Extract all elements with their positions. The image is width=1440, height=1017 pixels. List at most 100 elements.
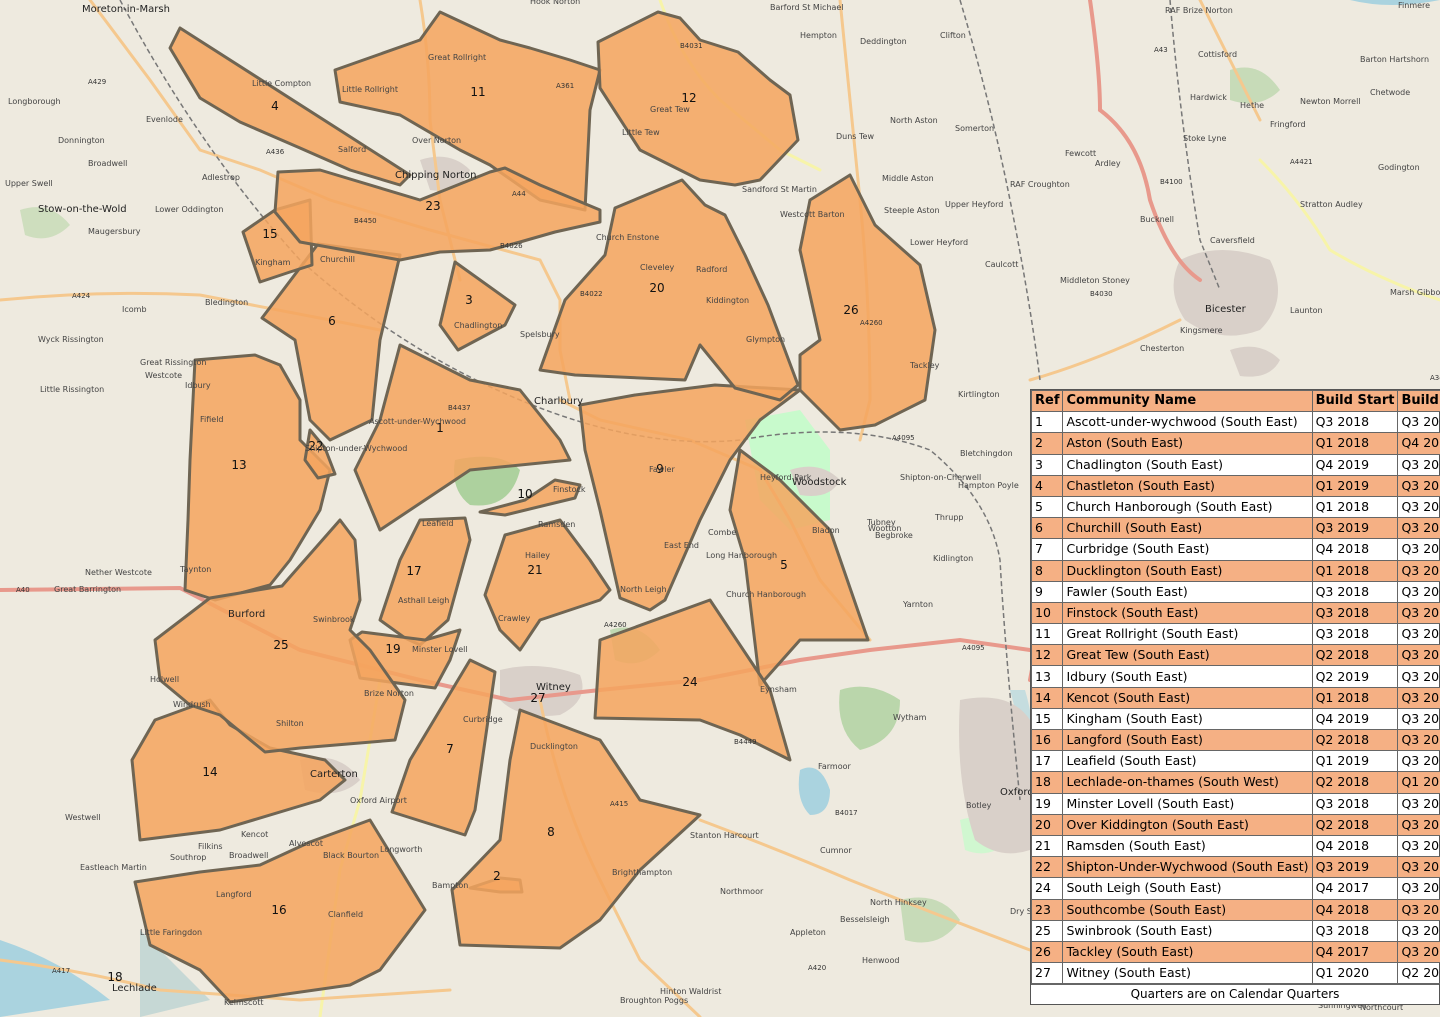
road-label: B4437 [448,404,471,412]
zone-label-7: 7 [446,742,454,756]
legend-row[interactable]: 9Fawler (South East)Q3 2018Q3 2020 [1030,580,1440,603]
legend-row[interactable]: 7Curbridge (South East)Q4 2018Q3 2020 [1030,538,1440,561]
legend-community-name: Witney (South East) [1062,962,1313,985]
place-label: Kelmscott [224,998,264,1007]
legend-row[interactable]: 27Witney (South East)Q1 2020Q2 2020 [1030,962,1440,985]
place-label: Botley [966,801,992,810]
place-label: East End [664,541,699,550]
place-label: Chesterton [1140,344,1184,353]
place-label: Over Norton [412,136,461,145]
legend-build-end: Q3 2020 [1397,940,1440,964]
legend-build-start: Q3 2018 [1311,411,1399,434]
place-label: Hampton Poyle [958,481,1019,490]
legend-ref: 3 [1030,453,1064,476]
legend-ref: 23 [1030,898,1064,921]
place-label: Ardley [1095,159,1121,168]
legend-row[interactable]: 13Idbury (South East)Q2 2019Q3 2020 [1030,665,1440,688]
place-label: Burford [228,609,265,620]
legend-build-end: Q2 2020 [1397,962,1440,985]
legend-row[interactable]: 1 Ascott-under-wychwood (South East) Q3 20… [1030,411,1440,434]
place-label: Swinbrook [313,615,355,624]
legend-row[interactable]: 24South Leigh (South East)Q4 2017Q3 2020 [1030,877,1440,900]
legend-row[interactable]: 21Ramsden (South East)Q4 2018Q3 2020 [1030,834,1440,858]
place-label: Shilton [276,719,304,728]
legend-row[interactable]: 16Langford (South East)Q2 2018Q3 2020 [1030,728,1440,752]
legend-row[interactable]: 15Kingham (South East)Q4 2019Q3 2020 [1030,707,1440,731]
zone-label-24: 24 [682,675,697,689]
place-label: Alvescot [289,839,323,848]
legend-row[interactable]: 5 Church Hanborough (South East) Q1 2018 Q3… [1030,495,1440,519]
legend-row[interactable]: 23Southcombe (South East)Q4 2018Q3 2020 [1030,898,1440,921]
place-label: Broadwell [88,159,127,168]
legend-table: Ref Community Name Build Start Build End… [1030,389,1440,985]
legend-community-name: Aston (South East) [1062,432,1313,455]
place-label: Hailey [525,551,550,560]
legend-build-end: Q3 2020 [1397,750,1440,773]
place-label: Moreton-in-Marsh [82,4,170,15]
legend-community-name: Chadlington (South East) [1062,453,1313,476]
place-label: Fawler [649,465,675,474]
legend-ref: 8 [1030,559,1064,582]
legend-row[interactable]: 3Chadlington (South East)Q4 2019Q3 2020 [1030,453,1440,476]
legend-ref: 26 [1030,940,1064,964]
legend-ref: 15 [1030,707,1064,731]
legend-row[interactable]: 25Swinbrook (South East)Q3 2018Q3 2020 [1030,919,1440,942]
legend-community-name: Finstock (South East) [1062,601,1313,625]
place-label: Northmoor [720,887,764,896]
legend-row[interactable]: 6Churchill (South East)Q3 2019Q3 2020 [1030,517,1440,540]
place-label: Newton Morrell [1300,97,1361,106]
place-label: Nether Westcote [85,568,152,577]
legend-row[interactable]: 4Chastleton (South East)Q1 2019Q3 2020 [1030,474,1440,497]
header-community-name: Community Name [1062,389,1313,413]
legend-ref: 16 [1030,728,1064,752]
legend-row[interactable]: 14Kencot (South East)Q1 2018Q3 2020 [1030,686,1440,709]
place-label: Kidlington [933,554,973,563]
legend-build-start: Q1 2018 [1311,559,1399,582]
header-ref: Ref [1030,389,1064,413]
road-label: A4260 [860,319,883,327]
place-label: Windrush [173,700,211,709]
place-label: Stratton Audley [1300,200,1363,209]
legend-row[interactable]: 12Great Tew (South East)Q2 2018Q3 2020 [1030,644,1440,667]
zone-label-4: 4 [271,99,279,113]
place-label: Church Enstone [596,233,659,242]
legend-row[interactable]: 11 Great Rollright (South East) Q3 2018 Q3 … [1030,623,1440,646]
legend-build-start: Q4 2017 [1311,877,1399,900]
legend-community-name: Leafield (South East) [1062,750,1313,773]
legend-build-start: Q4 2019 [1311,453,1399,476]
place-label: Little Rollright [342,85,398,94]
zone-label-27: 27 [530,691,545,705]
place-label: Chipping Norton [395,170,477,181]
place-label: Filkins [198,842,223,851]
place-label: Cumnor [820,846,852,855]
place-label: Fringford [1270,120,1306,129]
place-label: Upper Swell [5,179,53,188]
place-label: Crawley [498,614,530,623]
place-label: Middleton Stoney [1060,276,1130,285]
legend-row[interactable]: 8Ducklington (South East)Q1 2018Q3 2020 [1030,559,1440,582]
place-label: Kingsmere [1180,326,1223,335]
legend-build-end: Q4 2020 [1397,432,1440,455]
legend-ref: 22 [1030,856,1064,879]
legend-row[interactable]: 18 Lechlade-on-thames (South West) Q2 2018… [1030,771,1440,794]
place-label: Little Faringdon [140,928,202,937]
zone-label-26: 26 [843,303,858,317]
road-label: B4017 [835,809,858,817]
legend-row[interactable]: 20 Over Kiddington (South East) Q2 2018 Q3 … [1030,813,1440,836]
legend-row[interactable]: 10Finstock (South East)Q3 2018Q3 2020 [1030,601,1440,625]
legend-row[interactable]: 19 Minster Lovell (South East) Q3 2018 Q3 2… [1030,792,1440,815]
road-label: A4095 [962,644,985,652]
legend-row[interactable]: 22 Shipton-Under-Wychwood (South East) Q3 … [1030,856,1440,879]
legend-row[interactable]: 17Leafield (South East)Q1 2019Q3 2020 [1030,750,1440,773]
legend-ref: 21 [1030,834,1064,858]
legend-ref: 2 [1030,432,1064,455]
zone-label-17: 17 [406,564,421,578]
place-label: Witney [536,682,571,693]
legend-row[interactable]: 2Aston (South East)Q1 2018Q4 2020 [1030,432,1440,455]
legend-build-start: Q3 2019 [1311,856,1399,879]
legend-row[interactable]: 26Tackley (South East)Q4 2017Q3 2020 [1030,940,1440,964]
place-label: Duns Tew [836,132,874,141]
legend-community-name: Chastleton (South East) [1062,474,1313,497]
place-label: Icomb [122,305,147,314]
legend-build-start: Q4 2018 [1311,898,1399,921]
